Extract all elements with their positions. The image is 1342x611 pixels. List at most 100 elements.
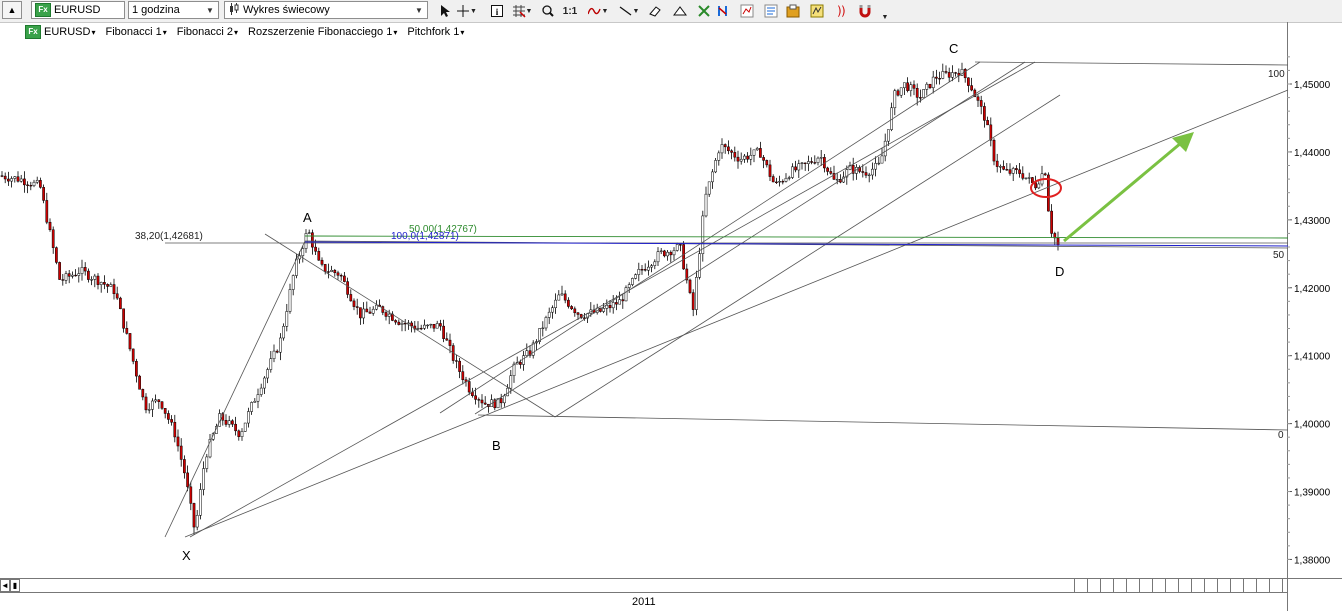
candle-body — [128, 333, 132, 350]
candle-body — [67, 273, 71, 277]
candle-body — [800, 162, 804, 164]
candle-body — [432, 323, 436, 329]
candle-body — [61, 279, 65, 281]
projection-arrow — [1063, 141, 1182, 243]
candle-body — [240, 431, 244, 437]
tool-icon-7[interactable] — [810, 3, 824, 19]
tool-icon-2[interactable] — [697, 3, 711, 19]
price-label: 1,42000 — [1294, 284, 1331, 295]
candle-body — [765, 160, 769, 166]
candle-body — [874, 163, 877, 170]
candle-body — [573, 308, 577, 314]
tool-icon-5[interactable] — [764, 3, 778, 19]
candle-body — [423, 324, 426, 329]
candle-body — [1021, 173, 1025, 179]
symbol-value: EURUSD — [54, 4, 101, 16]
candle-body — [231, 420, 234, 425]
price-chart[interactable]: 38,20(1,42681) 50,00(1,42767) 100,0(1,42… — [0, 22, 1342, 578]
price-label: 1,38000 — [1294, 555, 1331, 566]
candle-body — [7, 178, 10, 182]
candle-body — [192, 503, 196, 528]
candle-body — [349, 294, 353, 302]
candle-body — [144, 396, 148, 411]
candle-body — [266, 369, 269, 379]
candle-body — [762, 157, 765, 161]
candle-body — [698, 253, 701, 278]
eraser-icon[interactable] — [648, 3, 662, 19]
candle-body — [45, 200, 49, 223]
timeframe-select[interactable]: 1 godzina ▼ — [128, 1, 219, 19]
candle-body — [807, 161, 810, 164]
tool-icon-3[interactable] — [716, 3, 730, 19]
price-label: 1,39000 — [1294, 488, 1331, 499]
candle-body — [138, 375, 141, 390]
candle-body — [173, 421, 177, 438]
candle-body — [544, 317, 548, 329]
candle-body — [1018, 169, 1021, 174]
time-axis: ◄ ▮ 2011 — [0, 578, 1342, 611]
indicators-icon[interactable]: ▼ — [586, 3, 610, 19]
candle-body — [563, 293, 567, 301]
candle-body — [928, 83, 932, 89]
candle-body — [160, 401, 164, 409]
candle-body — [259, 387, 263, 395]
candle-body — [375, 304, 378, 310]
candle-body — [371, 308, 375, 314]
magnet-icon[interactable] — [858, 3, 872, 19]
collapse-button[interactable]: ▲ — [2, 1, 22, 19]
candle-body — [458, 360, 461, 372]
fib-100-label: 100,0(1,42871) — [391, 231, 459, 242]
candle-body — [752, 149, 756, 156]
time-axis-grid — [1062, 579, 1287, 593]
candle-body — [442, 325, 445, 339]
bc-line — [474, 61, 1026, 415]
grid-tool-icon[interactable]: ▼ — [510, 3, 534, 19]
candle-body — [618, 299, 621, 305]
candle-body — [195, 515, 199, 528]
candle-body — [189, 486, 193, 504]
candle-body — [343, 275, 346, 282]
candle-body — [205, 456, 209, 469]
candle-body — [810, 161, 813, 163]
price-label: 1,45000 — [1294, 80, 1331, 91]
candle-body — [787, 177, 791, 179]
chevron-down-icon: ▼ — [415, 5, 423, 15]
candle-body — [320, 259, 324, 265]
tool-icon-6[interactable] — [786, 3, 800, 19]
candle-body — [867, 174, 871, 177]
line-tool-icon[interactable]: ▼ — [617, 3, 641, 19]
crosshair-tool-icon[interactable]: ▼ — [456, 3, 478, 19]
candle-body — [135, 361, 138, 377]
candle-body — [691, 292, 695, 310]
candle-body — [925, 83, 929, 90]
pitch-mid — [554, 94, 1061, 418]
zoom-icon[interactable] — [541, 3, 555, 19]
candle-body — [131, 348, 135, 362]
xa-line — [164, 240, 306, 538]
candle-body — [659, 250, 663, 252]
info-icon[interactable]: i — [490, 3, 504, 19]
candle-body — [311, 232, 314, 248]
candle-body — [77, 273, 81, 276]
tool-icon-1[interactable] — [673, 3, 687, 19]
cursor-tool-icon[interactable] — [438, 3, 452, 19]
candle-body — [506, 387, 509, 397]
candle-body — [711, 171, 714, 183]
symbol-field[interactable]: Fx EURUSD — [31, 1, 125, 19]
candle-body — [899, 87, 903, 96]
candle-body — [10, 178, 13, 182]
tool-icon-4[interactable] — [740, 3, 754, 19]
zoom-reset-button[interactable]: 1:1 — [562, 3, 578, 19]
candle-body — [547, 311, 551, 318]
candle-body — [903, 82, 906, 89]
candle-body — [467, 381, 471, 393]
pitch-50-label: 50 — [1273, 250, 1285, 261]
sound-icon[interactable]: )) — [835, 3, 849, 19]
scroll-left-button[interactable]: ◄ — [0, 579, 10, 592]
candle-body — [771, 176, 775, 183]
candle-body — [704, 193, 708, 217]
candle-body — [448, 339, 452, 346]
scroll-handle[interactable]: ▮ — [10, 579, 20, 592]
candle-body — [1031, 177, 1034, 183]
chart-type-select[interactable]: Wykres świecowy ▼ — [224, 1, 428, 19]
